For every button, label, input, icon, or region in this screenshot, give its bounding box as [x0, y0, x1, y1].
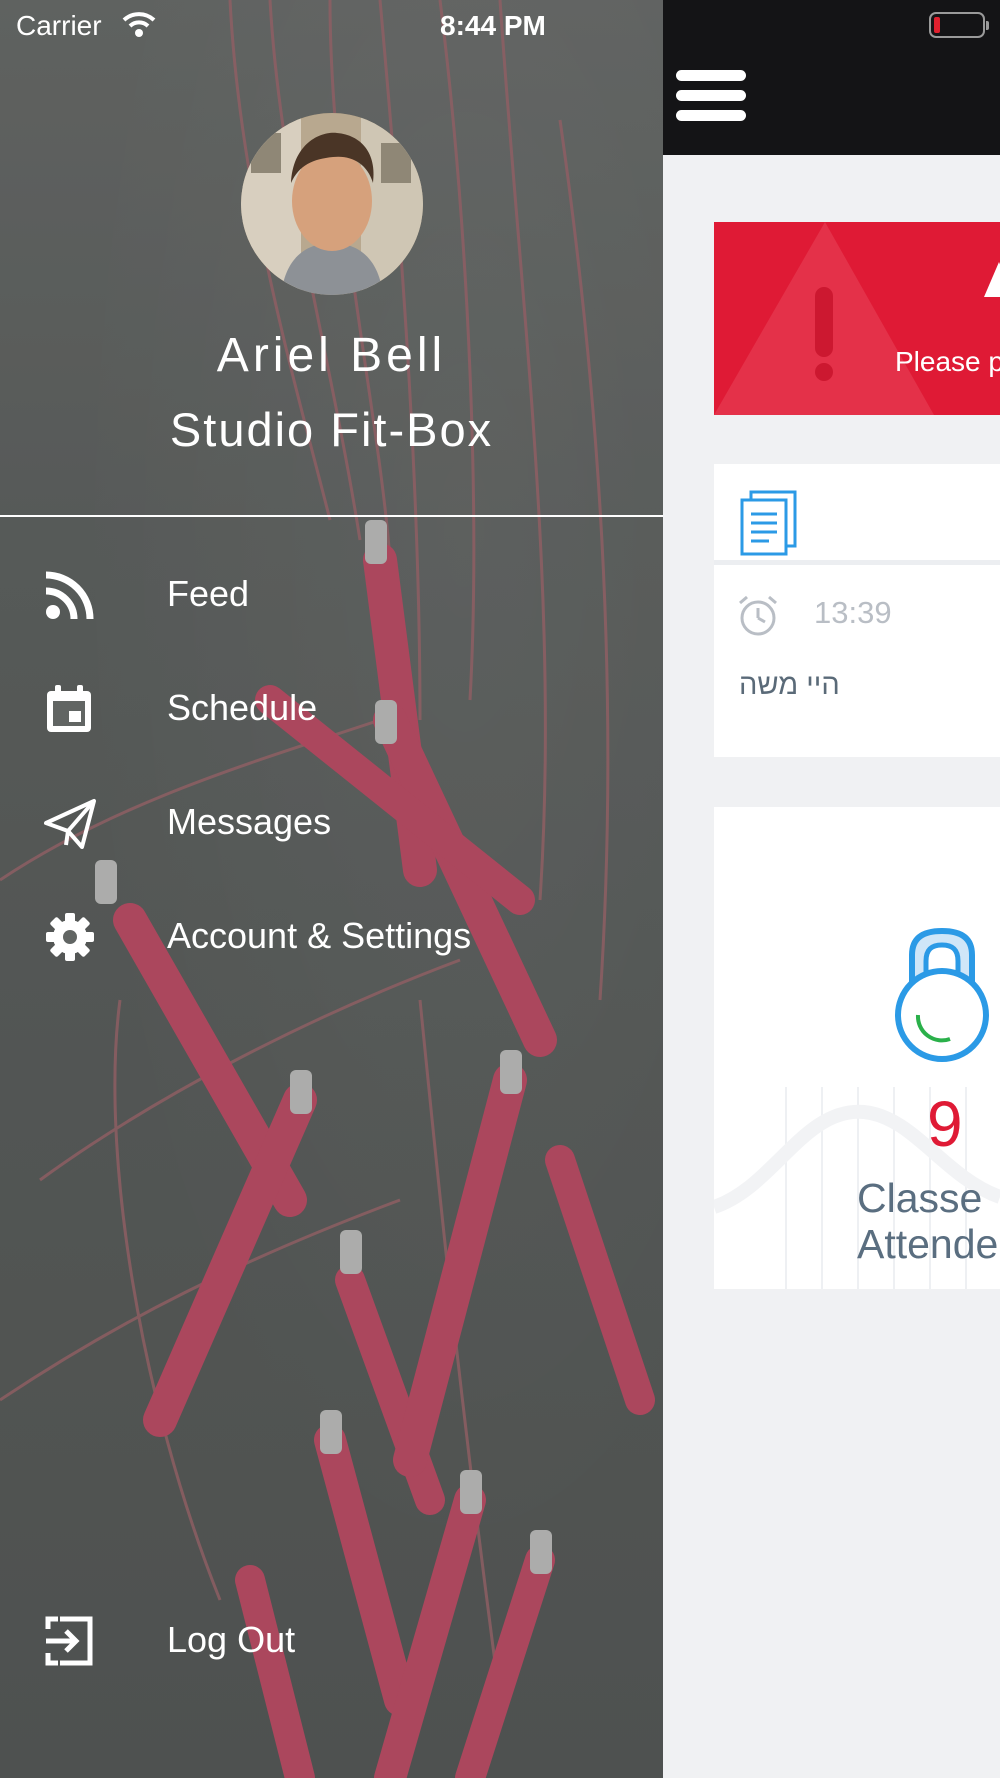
- logout-label: Log Out: [167, 1619, 296, 1660]
- paper-plane-icon: [44, 799, 96, 849]
- profile-studio: Studio Fit-Box: [169, 403, 494, 456]
- post-divider: [714, 560, 1000, 565]
- gear-icon: [46, 913, 94, 961]
- menu-item-messages[interactable]: Messages: [0, 777, 663, 867]
- side-drawer: Carrier 8:44 PM Ariel Bell Studio Fit-Bo…: [0, 0, 663, 1778]
- kettlebell-icon: [895, 927, 989, 1062]
- hamburger-icon[interactable]: [676, 70, 746, 130]
- classes-attended-count: 9: [927, 1088, 963, 1160]
- profile-photo: [241, 113, 423, 295]
- profile-name: Ariel Bell: [216, 329, 447, 382]
- document-icon: [740, 490, 797, 556]
- logout-icon: [45, 1616, 93, 1666]
- stat-label-line2: Attende: [857, 1221, 999, 1267]
- menu-item-feed[interactable]: Feed: [0, 549, 663, 639]
- rss-icon: [45, 571, 94, 620]
- post-time: 13:39: [814, 595, 892, 630]
- menu-item-label: Account & Settings: [167, 915, 472, 956]
- logout-button[interactable]: Log Out: [0, 1595, 663, 1685]
- alert-banner[interactable]: Please p: [714, 222, 1000, 415]
- menu-item-label: Messages: [167, 801, 332, 842]
- battery-low-icon: [929, 12, 989, 38]
- status-time: 8:44 PM: [440, 10, 546, 41]
- drawer-divider: [0, 515, 663, 517]
- status-carrier: Carrier: [16, 10, 102, 41]
- classes-attended-label: Classe Attende: [857, 1175, 998, 1267]
- menu-item-schedule[interactable]: Schedule: [0, 663, 663, 753]
- menu-item-account-settings[interactable]: Account & Settings: [0, 891, 663, 981]
- alert-text: Please p: [895, 346, 1000, 377]
- warning-icon: [714, 222, 1000, 415]
- clock-icon: [739, 595, 777, 636]
- stat-label-line1: Classe: [857, 1175, 983, 1221]
- calendar-icon: [47, 685, 91, 732]
- avatar[interactable]: [241, 113, 423, 295]
- menu-item-label: Schedule: [167, 687, 318, 728]
- menu-item-label: Feed: [167, 573, 250, 614]
- post-text: היי משה: [739, 669, 840, 701]
- classes-attended-card[interactable]: 9 Classe Attende: [714, 807, 1000, 1289]
- wifi-icon: [122, 12, 156, 37]
- feed-post-card[interactable]: 13:39 היי משה: [714, 464, 1000, 757]
